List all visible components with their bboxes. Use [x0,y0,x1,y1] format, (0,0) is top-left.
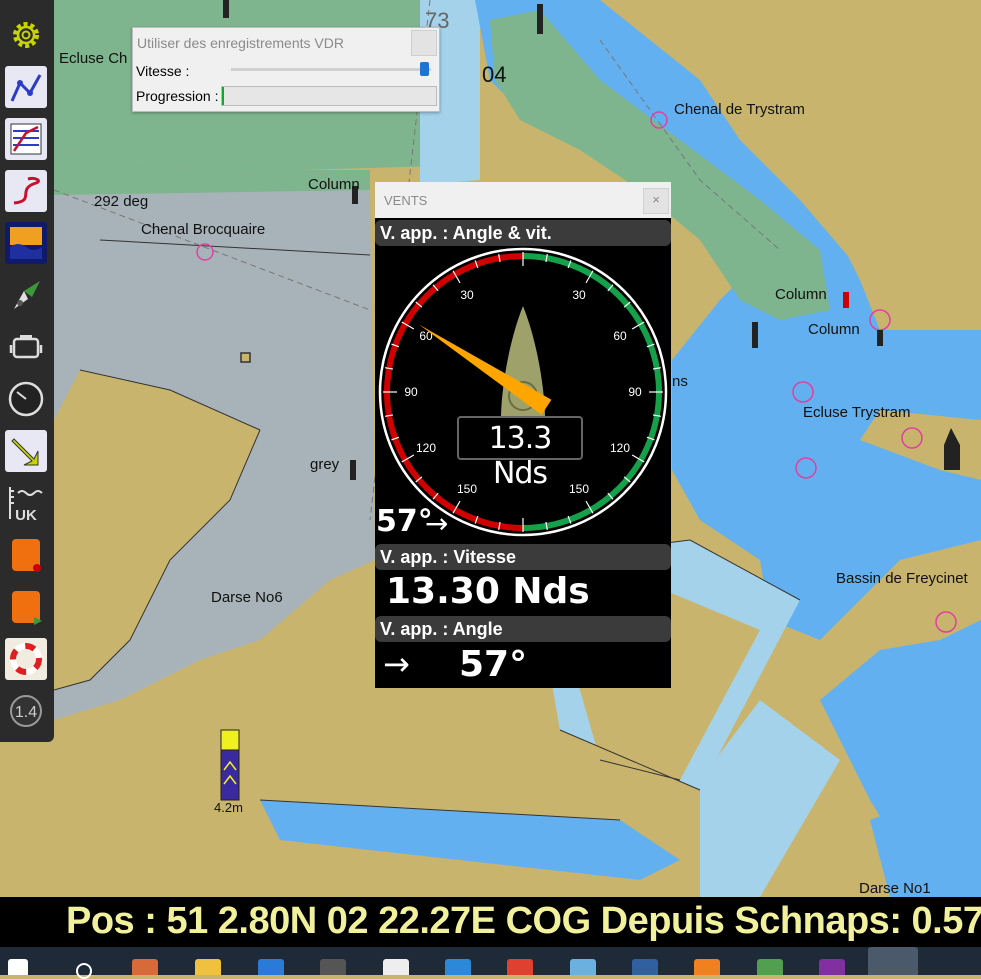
wind-panel-titlebar[interactable]: VENTS × [375,182,671,218]
units-label: UK [15,507,37,523]
gauge-tick-label: 30 [572,288,586,302]
search-icon[interactable] [76,963,92,979]
vdr-dialog: Utiliser des enregistrements VDR Vitesse… [132,27,440,112]
navigate-to-button[interactable] [5,430,47,472]
folder-icon[interactable] [195,959,221,975]
lifering-button[interactable] [5,638,47,680]
wind-panel-title: VENTS [384,193,428,208]
label-chenal-brocquaire: Chenal Brocquaire [141,221,266,238]
gauge-center-value: 13.3 Nds [488,421,553,491]
windows-taskbar [0,947,981,979]
engine-dashboard-button[interactable] [5,326,47,368]
vdr-speed-slider[interactable] [231,68,431,71]
label-bassin-freycinet: Bassin de Freycinet [836,570,968,587]
settings-button[interactable] [5,14,47,56]
angle-value: 57° [459,644,528,685]
label-column-1: Column [308,176,360,193]
scale-label: 1.4 [15,704,37,721]
ais-icon [14,281,40,309]
engine-dashboard-icon [9,335,43,359]
gauge-icon [8,381,44,417]
gauge-header: V. app. : Angle & vit. [375,220,671,246]
tide-icon [10,227,42,259]
app-icon-2[interactable] [320,959,346,975]
gauge-tick-label: 90 [404,385,418,399]
app-icon-5[interactable] [632,959,658,975]
navigate-to-icon [11,438,39,466]
vdr-speed-label: Vitesse : [136,63,190,79]
angle-header: V. app. : Angle [375,616,671,642]
onenote-icon[interactable] [819,959,845,975]
scale-button[interactable]: 1.4 [5,690,47,732]
label-ecluse-ch: Ecluse Ch [59,50,128,67]
settings-icon [13,22,39,48]
record-button[interactable] [5,534,47,576]
gauge-tick-label: 60 [419,329,433,343]
gauge-angle-arrow: → [425,507,449,540]
lifering-icon [10,643,42,675]
label-bearing: 292 deg [94,193,149,210]
track-button[interactable] [5,170,47,212]
route-manager-button[interactable] [5,118,47,160]
gauge-tick-label: 30 [460,288,474,302]
angle-arrow: → [383,645,410,683]
play-icon [12,591,42,625]
label-darse-no1: Darse No1 [859,880,931,897]
play-button[interactable] [5,586,47,628]
gauge-tick-label: 90 [628,385,642,399]
status-bar: Pos : 51 2.80N 02 22.27E COG Depuis Schn… [0,897,981,947]
chrome-icon[interactable] [507,959,533,975]
water-east-basin [880,350,981,410]
route-manager-icon [10,123,42,155]
label-column-2: Column [775,286,827,303]
route-button[interactable] [5,66,47,108]
record-icon [12,539,41,572]
opencpn-taskbar-icon[interactable] [868,947,918,975]
label-darse-no6: Darse No6 [211,589,283,606]
paint-icon[interactable] [757,959,783,975]
vdr-progress-bar [221,86,437,106]
vdr-speed-slider-thumb[interactable] [420,62,429,76]
vdr-close-button[interactable] [411,30,437,56]
speed-value: 13.30 Nds [386,571,590,612]
gauge-center-box: 13.3 Nds [457,416,583,491]
label-chenal-trystram: Chenal de Trystram [674,101,805,118]
label-grey: grey [310,456,340,473]
gauge-tick-label: 60 [613,329,627,343]
app-icon-1[interactable] [132,959,158,975]
calendar-icon[interactable] [445,959,471,975]
app-icon-4[interactable] [570,959,596,975]
app-icon-3[interactable] [383,959,409,975]
left-toolbar: UK 1.4 [0,0,54,742]
status-text: Pos : 51 2.80N 02 22.27E COG Depuis Schn… [66,900,981,942]
ais-button[interactable] [5,274,47,316]
vdr-progress-fill [222,87,225,105]
route-icon [10,74,42,102]
vdr-dialog-title: Utiliser des enregistrements VDR [137,35,344,51]
tide-button[interactable] [5,222,47,264]
start-icon[interactable] [8,959,28,975]
label-ecluse-trystram: Ecluse Trystram [803,404,911,421]
edge-icon[interactable] [258,959,284,975]
track-icon [13,177,40,205]
label-column-3: Column [808,321,860,338]
wind-panel: VENTS × V. app. : Angle & vit. 30 30 60 60 9… [375,182,671,688]
wind-panel-close-button[interactable]: × [643,188,669,214]
label-sounding-04: 04 [482,62,507,87]
vdr-progress-label: Progression : [136,88,219,104]
scale-icon: 1.4 [10,695,42,727]
gauge-tick-label: 120 [610,441,630,455]
firefox-icon[interactable] [694,959,720,975]
gauge-tick-label: 120 [416,441,436,455]
label-depth: 4.2m [214,800,243,815]
label-ns: ns [672,373,688,390]
gauge-button[interactable] [5,378,47,420]
chart-units-icon: UK [9,487,43,523]
speed-header: V. app. : Vitesse [375,544,671,570]
wind-gauge: 30 3060 6090 90120 120150 150 [378,247,668,537]
chart-units-button[interactable]: UK [5,482,47,524]
